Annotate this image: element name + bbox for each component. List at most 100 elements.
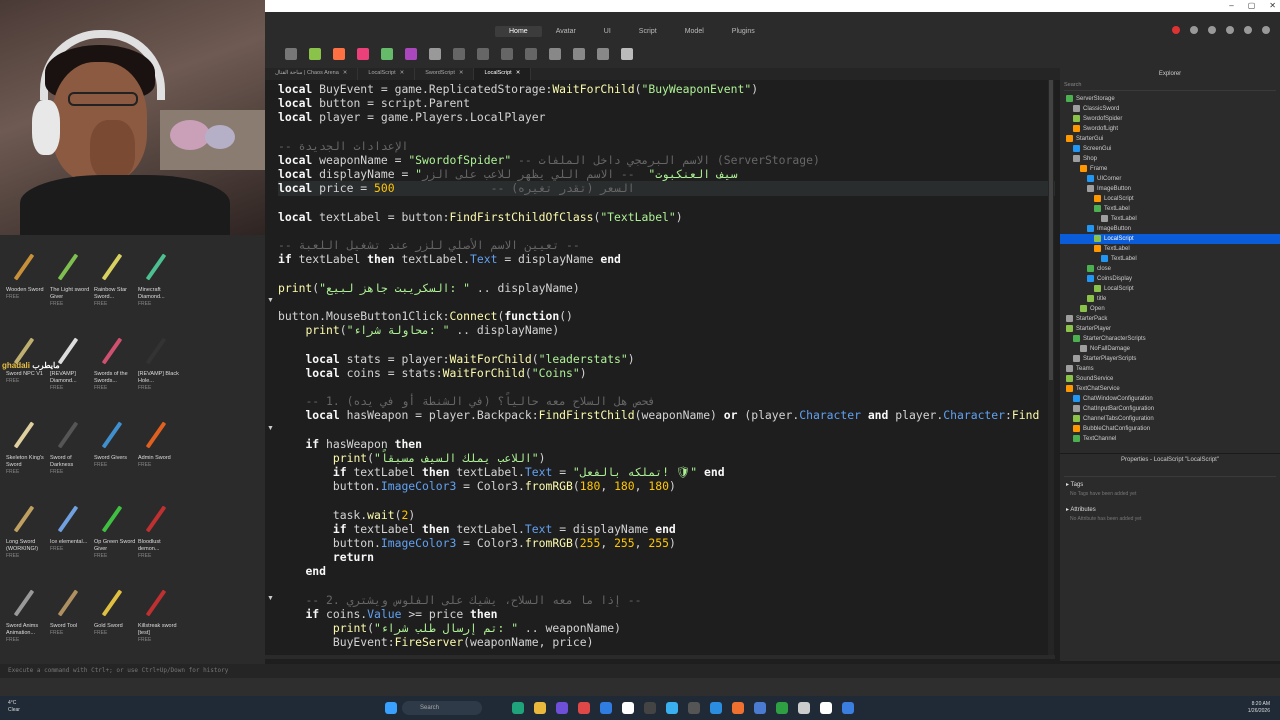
code-line[interactable]: print("محاولة شراء: " .. displayName) <box>278 323 1055 337</box>
explorer-item[interactable]: ChatInputBarConfiguration <box>1060 404 1280 414</box>
explorer-item[interactable]: StarterCharacterScripts <box>1060 334 1280 344</box>
close-tab-icon[interactable]: ✕ <box>516 70 521 76</box>
editor-horizontal-scrollbar[interactable] <box>265 655 1055 659</box>
code-line[interactable] <box>278 493 1055 507</box>
code-line[interactable]: return <box>278 550 1055 564</box>
app-icon[interactable] <box>798 702 810 714</box>
toolbox-item[interactable]: Ice elemental... FREE <box>44 501 92 552</box>
ribbon-tab-model[interactable]: Model <box>671 26 718 37</box>
code-line[interactable]: local player = game.Players.LocalPlayer <box>278 110 1055 124</box>
code-line[interactable] <box>278 423 1055 437</box>
code-line[interactable] <box>278 224 1055 238</box>
app-icon[interactable] <box>578 702 590 714</box>
explorer-item[interactable]: UICorner <box>1060 174 1280 184</box>
close-tab-icon[interactable]: ✕ <box>343 70 348 76</box>
explorer-item[interactable]: TextLabel <box>1060 204 1280 214</box>
close-icon[interactable]: ✕ <box>1269 1 1276 10</box>
code-line[interactable]: print("تم إرسال طلب شراء: " .. weaponNam… <box>278 621 1055 635</box>
script-tool-icon[interactable] <box>381 48 393 60</box>
code-line[interactable]: local button = script.Parent <box>278 96 1055 110</box>
toolbox-item[interactable]: Sword Anims Animation... FREE <box>0 585 48 643</box>
code-line[interactable] <box>278 196 1055 210</box>
code-line[interactable]: print("اللاعب يملك السيف مسبقاً") <box>278 451 1055 465</box>
app-icon[interactable] <box>732 702 744 714</box>
explorer-item[interactable]: TextLabel <box>1060 244 1280 254</box>
align-tool-icon[interactable] <box>549 48 561 60</box>
toolbox-item[interactable]: [REVAMP] Black Hole... FREE <box>132 333 180 391</box>
explorer-item[interactable]: ImageButton <box>1060 224 1280 234</box>
model-tool-icon[interactable] <box>405 48 417 60</box>
app-icon[interactable] <box>710 702 722 714</box>
toolbox-item[interactable]: Skeleton King's Sword FREE <box>0 417 48 475</box>
code-line[interactable]: task.wait(2) <box>278 508 1055 522</box>
toolbox-item[interactable]: Admin Sword FREE <box>132 417 180 468</box>
explorer-item[interactable]: CoinsDisplay <box>1060 274 1280 284</box>
help-icon[interactable] <box>1244 26 1252 34</box>
explorer-item[interactable]: LocalScript <box>1060 194 1280 204</box>
app-icon[interactable] <box>820 702 832 714</box>
code-line[interactable]: if textLabel then textLabel.Text = displ… <box>278 522 1055 536</box>
code-line[interactable]: button.MouseButton1Click:Connect(functio… <box>278 309 1055 323</box>
toolbox-item[interactable]: Wooden Sword FREE <box>0 249 48 300</box>
anchor-tool-icon[interactable] <box>429 48 441 60</box>
toolbox-item[interactable]: Op Green Sword Giver FREE <box>88 501 136 559</box>
app-icon[interactable] <box>754 702 766 714</box>
explorer-item[interactable]: StarterPack <box>1060 314 1280 324</box>
explorer-item[interactable]: title <box>1060 294 1280 304</box>
explorer-item[interactable]: BubbleChatConfiguration <box>1060 424 1280 434</box>
record-icon[interactable] <box>1172 26 1180 34</box>
tags-section[interactable]: ▸ Tags <box>1060 479 1280 490</box>
explorer-item[interactable]: ImageButton <box>1060 184 1280 194</box>
toolbox-item[interactable]: Killstreak sword [test] FREE <box>132 585 180 643</box>
code-line[interactable]: local displayName = "سيف العنكبوت" -- ال… <box>278 167 1055 181</box>
edge-icon[interactable] <box>512 702 524 714</box>
explorer-item[interactable]: ServerStorage <box>1060 94 1280 104</box>
code-line[interactable] <box>278 266 1055 280</box>
code-line[interactable] <box>278 579 1055 593</box>
file-explorer-icon[interactable] <box>534 702 546 714</box>
ribbon-tab-avatar[interactable]: Avatar <box>542 26 590 37</box>
file-tab[interactable]: LocalScript ✕ <box>358 68 416 80</box>
code-editor[interactable]: local BuyEvent = game.ReplicatedStorage:… <box>265 80 1055 658</box>
attributes-section[interactable]: ▸ Attributes <box>1060 504 1280 515</box>
code-line[interactable]: if textLabel then textLabel.Text = displ… <box>278 252 1055 266</box>
explorer-item[interactable]: TextChatService <box>1060 384 1280 394</box>
toolbox-item[interactable]: Sword Givers FREE <box>88 417 136 468</box>
toolbox-item[interactable]: Minecraft Diamond... FREE <box>132 249 180 307</box>
explorer-item[interactable]: TextLabel <box>1060 214 1280 224</box>
app-icon[interactable] <box>842 702 854 714</box>
explorer-item[interactable]: SwordofSpider <box>1060 114 1280 124</box>
ui-tool-icon[interactable] <box>357 48 369 60</box>
explorer-item[interactable]: StarterGui <box>1060 134 1280 144</box>
ribbon-tab-plugins[interactable]: Plugins <box>718 26 769 37</box>
code-line[interactable]: local price = 500 -- السعر (تقدر تغيره) <box>278 181 1055 196</box>
app-icon[interactable] <box>666 702 678 714</box>
code-line[interactable]: local weaponName = "SwordofSpider" -- ال… <box>278 153 1055 167</box>
code-line[interactable]: BuyEvent:FireServer(weaponName, price) <box>278 635 1055 649</box>
windows-start-icon[interactable] <box>385 702 397 714</box>
toolbox-item[interactable]: Sword of Darkness FREE <box>44 417 92 475</box>
explorer-item[interactable]: LocalScript <box>1060 234 1280 244</box>
code-line[interactable]: local BuyEvent = game.ReplicatedStorage:… <box>278 82 1055 96</box>
explorer-item[interactable]: TextLabel <box>1060 254 1280 264</box>
toolbox-item[interactable]: Swords of the Swords... FREE <box>88 333 136 391</box>
maximize-icon[interactable]: ▢ <box>1248 1 1256 10</box>
code-line[interactable]: local coins = stats:WaitForChild("Coins"… <box>278 366 1055 380</box>
code-line[interactable] <box>278 295 1055 309</box>
explorer-item[interactable]: ScreenGui <box>1060 144 1280 154</box>
explorer-item[interactable]: Frame <box>1060 164 1280 174</box>
code-line[interactable]: -- 1. فحص هل السلاح معه حالياً؟ (في الشن… <box>278 394 1055 408</box>
explorer-item[interactable]: Shop <box>1060 154 1280 164</box>
fold-toggle-icon[interactable]: ▼ <box>267 297 275 304</box>
team-create-icon[interactable] <box>1208 26 1216 34</box>
properties-search-input[interactable] <box>1064 468 1276 477</box>
test-tool-icon[interactable] <box>597 48 609 60</box>
part-tool-icon[interactable] <box>309 48 321 60</box>
close-tab-icon[interactable]: ✕ <box>400 70 405 76</box>
toolbox-item[interactable]: Bloodlust demon... FREE <box>132 501 180 559</box>
play-tool-icon[interactable] <box>573 48 585 60</box>
code-line[interactable] <box>278 380 1055 394</box>
explorer-item[interactable]: ChatWindowConfiguration <box>1060 394 1280 404</box>
editor-vertical-scrollbar[interactable] <box>1048 80 1054 658</box>
code-line[interactable] <box>278 125 1055 139</box>
